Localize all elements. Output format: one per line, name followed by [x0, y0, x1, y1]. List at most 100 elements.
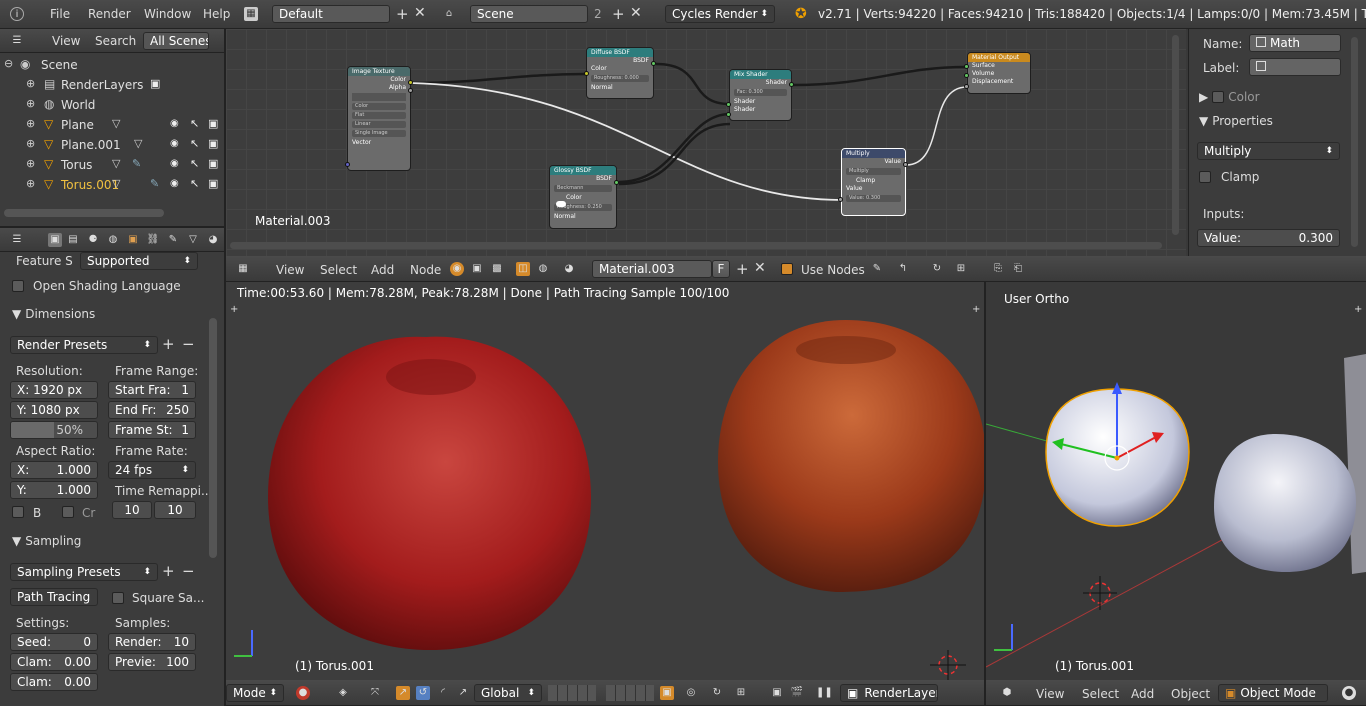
- add-sampling-preset-icon[interactable]: +: [162, 562, 175, 580]
- node-field-projection[interactable]: Flat: [352, 112, 406, 119]
- mesh-data-icon[interactable]: ▽: [112, 177, 120, 190]
- socket-color-in[interactable]: [584, 71, 589, 76]
- paste-nodes-icon[interactable]: ⎗: [1011, 262, 1025, 276]
- name-field[interactable]: Math: [1249, 34, 1341, 52]
- node-field-color[interactable]: Color: [352, 103, 406, 110]
- node-field-clamp[interactable]: Clamp: [842, 177, 905, 185]
- socket-surface-in[interactable]: [964, 64, 969, 69]
- orientation-select[interactable]: Global ⬍: [474, 684, 542, 702]
- layout-field[interactable]: Default: [272, 5, 390, 23]
- transform-icon[interactable]: ↗: [456, 686, 470, 700]
- expand-icon[interactable]: ⊕: [26, 77, 35, 90]
- screen-layout-icon[interactable]: ▦: [244, 7, 258, 21]
- scene-tab-icon[interactable]: ⚈: [86, 233, 100, 247]
- info-icon[interactable]: i: [10, 7, 24, 21]
- resolution-y-field[interactable]: Y: 1080 px: [10, 401, 98, 419]
- scene-icon[interactable]: ⌂: [442, 7, 456, 21]
- add-preset-icon[interactable]: +: [162, 335, 175, 353]
- end-frame-field[interactable]: End Fr: 250: [108, 401, 196, 419]
- resolution-x-field[interactable]: X: 1920 px: [10, 381, 98, 399]
- data-tab-icon[interactable]: ▽: [186, 233, 200, 247]
- material-browse-icon[interactable]: ◕: [562, 262, 576, 276]
- constraints-tab-icon[interactable]: ⛓: [146, 233, 160, 247]
- preview-samples-field[interactable]: Previe: 100: [108, 653, 196, 671]
- mix-shader-node[interactable]: Mix Shader Shader Fac: 0.300 Shader Shad…: [729, 69, 792, 121]
- color-swatch[interactable]: [556, 201, 566, 207]
- remap-new-field[interactable]: 10: [154, 501, 196, 519]
- aspect-x-field[interactable]: X: 1.000: [10, 461, 98, 479]
- node-field-value[interactable]: Value: 0.300: [846, 195, 901, 202]
- opengl-render-icon[interactable]: ▣: [770, 686, 784, 700]
- node-field-source[interactable]: Single Image: [352, 130, 406, 137]
- socket-volume-in[interactable]: [964, 73, 969, 78]
- outliner-display-select[interactable]: All Scenes: [143, 32, 209, 50]
- shader-nodes-icon[interactable]: ◉: [450, 262, 464, 276]
- socket-shader-in-2[interactable]: [726, 112, 731, 117]
- outliner-item[interactable]: ⊕ ▽ Plane ◉ ↖ ▣ ▽: [0, 115, 224, 135]
- 3d-menu-view[interactable]: View: [1036, 687, 1064, 701]
- area-separator[interactable]: [0, 226, 224, 228]
- mesh-data-icon[interactable]: ▽: [112, 157, 120, 170]
- editor-type-icon[interactable]: ☰: [10, 34, 24, 48]
- outliner-item[interactable]: ⊖ ◉ Scene: [0, 55, 224, 75]
- visibility-eye-icon[interactable]: ◉: [170, 178, 179, 189]
- socket-value-in[interactable]: [838, 197, 843, 202]
- parent-tree-icon[interactable]: ↰: [896, 262, 910, 276]
- node-menu-add[interactable]: Add: [371, 263, 394, 277]
- render-viewport[interactable]: Time:00:53.60 | Mem:78.28M, Peak:78.28M …: [226, 282, 984, 680]
- corner-plus-icon[interactable]: +: [972, 304, 980, 315]
- expand-icon[interactable]: ⊕: [26, 177, 35, 190]
- square-samples-checkbox[interactable]: [112, 592, 124, 604]
- snap-icon[interactable]: ↻: [710, 686, 724, 700]
- corner-plus-icon[interactable]: +: [230, 304, 238, 315]
- render-tab-icon[interactable]: ▣: [48, 233, 62, 247]
- add-material-icon[interactable]: +: [736, 260, 749, 278]
- selectability-cursor-icon[interactable]: ↖: [190, 177, 199, 190]
- viewport-shading-icon[interactable]: ●: [296, 686, 310, 700]
- editor-type-icon[interactable]: ⬢: [1000, 686, 1014, 700]
- material-output-node[interactable]: Material Output Surface Volume Displacem…: [967, 52, 1031, 94]
- clamp-checkbox[interactable]: [1199, 171, 1211, 183]
- node-field-operation[interactable]: Multiply: [846, 168, 901, 175]
- object-shader-icon[interactable]: ◫: [516, 262, 530, 276]
- dimensions-panel-header[interactable]: ▼ Dimensions: [12, 307, 95, 321]
- expand-icon[interactable]: ⊕: [26, 137, 35, 150]
- layer-buttons[interactable]: [606, 685, 654, 701]
- remove-sampling-preset-icon[interactable]: −: [182, 562, 195, 580]
- socket-alpha-out[interactable]: [408, 88, 413, 93]
- properties-scrollbar[interactable]: [209, 318, 217, 558]
- editor-type-icon[interactable]: ☰: [10, 233, 24, 247]
- label-field[interactable]: [1249, 58, 1341, 76]
- pin-icon[interactable]: ✎: [870, 262, 884, 276]
- visibility-eye-icon[interactable]: ◉: [170, 118, 179, 129]
- node-menu-node[interactable]: Node: [410, 263, 441, 277]
- compositing-nodes-icon[interactable]: ▣: [470, 262, 484, 276]
- menu-help[interactable]: Help: [203, 7, 230, 21]
- node-editor[interactable]: Image Texture Color Alpha Color Flat Lin…: [226, 29, 1186, 256]
- selectability-cursor-icon[interactable]: ↖: [190, 137, 199, 150]
- outliner-item[interactable]: ⊕ ▽ Plane.001 ◉ ↖ ▣ ▽: [0, 135, 224, 155]
- selectability-cursor-icon[interactable]: ↖: [190, 117, 199, 130]
- outliner-item[interactable]: ⊕ ▽ Torus ◉ ↖ ▣ ▽ ✎: [0, 155, 224, 175]
- multiply-math-node[interactable]: Multiply Value Multiply Clamp Value Valu…: [841, 148, 906, 216]
- render-presets-select[interactable]: Render Presets ⬍: [10, 336, 158, 354]
- world-tab-icon[interactable]: ◍: [106, 233, 120, 247]
- snap-element-icon[interactable]: ⊞: [734, 686, 748, 700]
- translate-icon[interactable]: ↗: [396, 686, 410, 700]
- 3d-menu-add[interactable]: Add: [1131, 687, 1154, 701]
- outliner-menu-search[interactable]: Search: [95, 34, 136, 48]
- rotate-icon[interactable]: ↺: [416, 686, 430, 700]
- frame-step-field[interactable]: Frame St: 1: [108, 421, 196, 439]
- render-engine-select[interactable]: Cycles Render ⬍: [665, 5, 775, 23]
- viewport-shading-icon[interactable]: ●: [1342, 686, 1356, 700]
- image-toolbar[interactable]: [352, 93, 406, 101]
- snap-icon[interactable]: ↻: [930, 262, 944, 276]
- socket-bsdf-out[interactable]: [614, 180, 619, 185]
- object-tab-icon[interactable]: ▣: [126, 233, 140, 247]
- scale-icon[interactable]: ◜: [436, 686, 450, 700]
- visibility-eye-icon[interactable]: ◉: [170, 158, 179, 169]
- glossy-bsdf-node[interactable]: Glossy BSDF BSDF Beckmann Color Roughnes…: [549, 165, 617, 229]
- value-field[interactable]: Value: 0.300: [1197, 229, 1340, 247]
- manipulator-icon[interactable]: ⤧: [368, 686, 382, 700]
- renderability-camera-icon[interactable]: ▣: [208, 117, 218, 130]
